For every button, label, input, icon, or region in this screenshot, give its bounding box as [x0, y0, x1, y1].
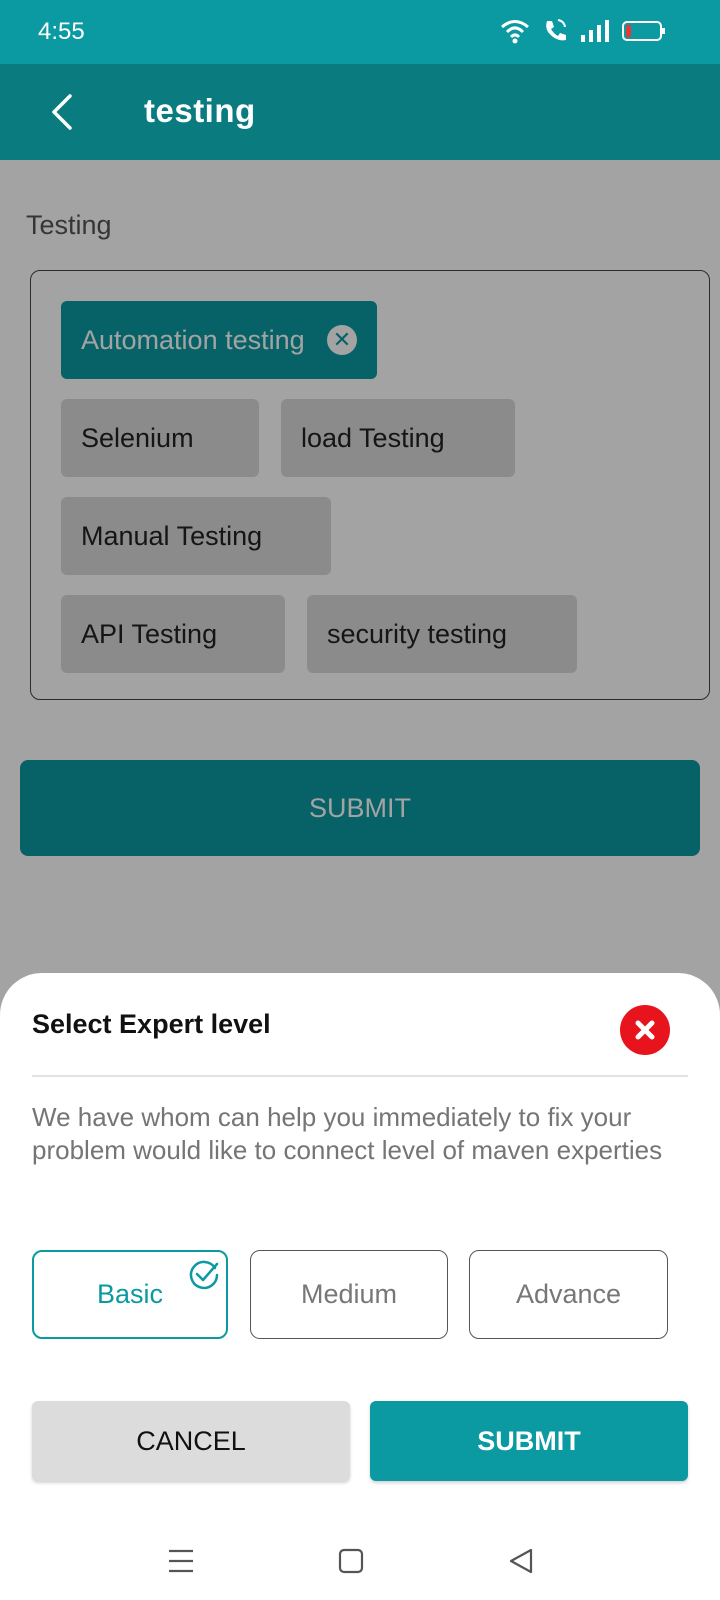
back-triangle-icon — [509, 1548, 533, 1574]
wifi-icon — [500, 18, 530, 49]
cancel-button[interactable]: CANCEL — [32, 1401, 350, 1481]
battery-low-icon — [622, 19, 666, 48]
wifi-call-icon — [542, 18, 568, 49]
status-bar: 4:55 — [0, 0, 720, 64]
sheet-submit-button[interactable]: SUBMIT — [370, 1401, 688, 1481]
app-bar: testing — [0, 64, 720, 160]
home-square-icon — [338, 1548, 364, 1574]
level-label: Medium — [300, 1279, 398, 1309]
level-medium-button[interactable]: Medium — [250, 1250, 448, 1339]
status-time: 4:55 — [38, 18, 85, 45]
back-button[interactable] — [36, 86, 88, 138]
system-nav-bar — [0, 1520, 720, 1600]
sheet-title: Select Expert level — [32, 1009, 271, 1039]
check-circle-icon — [189, 1260, 219, 1290]
close-icon — [635, 1020, 655, 1040]
status-icons — [500, 18, 666, 49]
level-label: Basic — [96, 1279, 164, 1309]
back-arrow-icon — [52, 94, 72, 130]
level-label: Advance — [515, 1279, 622, 1309]
menu-icon — [169, 1549, 193, 1573]
level-advance-button[interactable]: Advance — [469, 1250, 668, 1339]
level-basic-button[interactable]: Basic — [32, 1250, 228, 1339]
signal-icon — [580, 19, 610, 48]
close-button[interactable] — [620, 1005, 670, 1055]
page-title: testing — [144, 92, 256, 129]
sheet-description: We have whom can help you immediately to… — [32, 1102, 663, 1165]
back-nav-button[interactable] — [498, 1538, 544, 1584]
divider — [32, 1075, 688, 1077]
expert-level-sheet: Select Expert level We have whom can hel… — [0, 973, 720, 1600]
menu-nav-button[interactable] — [158, 1538, 204, 1584]
home-nav-button[interactable] — [328, 1538, 374, 1584]
